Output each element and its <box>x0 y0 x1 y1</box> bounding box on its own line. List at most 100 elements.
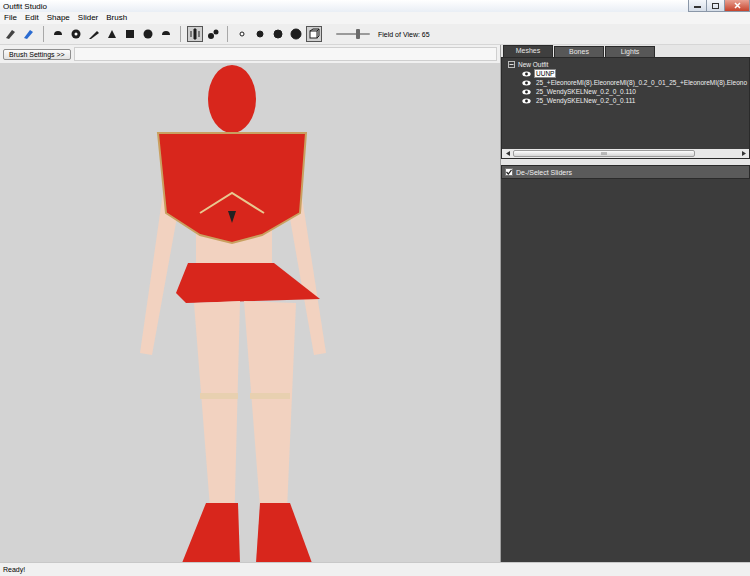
tool-icon <box>141 27 155 41</box>
tab[interactable]: Meshes <box>503 45 553 57</box>
tool-button[interactable] <box>288 26 304 42</box>
scroll-right-button[interactable] <box>740 150 747 157</box>
tool-group <box>50 26 174 42</box>
tool-button[interactable] <box>21 26 37 42</box>
tree-item[interactable]: UUNP <box>508 69 749 78</box>
mesh-tree: New OutfitUUNP25_+EleonoreMI(8).Eleonore… <box>501 57 750 159</box>
sliders-header-label: De-/Select Sliders <box>516 169 572 176</box>
scroll-track[interactable] <box>513 150 738 157</box>
tool-button[interactable] <box>140 26 156 42</box>
eye-icon[interactable] <box>522 71 531 77</box>
toolbar-separator <box>180 26 181 42</box>
tool-icon <box>289 27 303 41</box>
tool-button[interactable] <box>270 26 286 42</box>
tool-button[interactable] <box>234 26 250 42</box>
tool-button[interactable] <box>86 26 102 42</box>
tool-button[interactable] <box>3 26 19 42</box>
toolbar-separator <box>43 26 44 42</box>
tool-button[interactable] <box>187 26 203 42</box>
horizontal-scrollbar[interactable] <box>502 149 749 158</box>
tool-icon <box>307 27 321 41</box>
tool-button[interactable] <box>252 26 268 42</box>
eye-icon[interactable] <box>522 80 531 86</box>
tool-icon <box>4 27 18 41</box>
viewport[interactable] <box>0 63 500 562</box>
tree-item[interactable]: 25_+EleonoreMI(8).EleonoreMI(8)_0.2_0_01… <box>508 78 749 87</box>
tree-item-label: 25_+EleonoreMI(8).EleonoreMI(8)_0.2_0_01… <box>534 78 749 87</box>
scroll-thumb[interactable] <box>513 150 695 157</box>
tab[interactable]: Lights <box>605 46 655 57</box>
arrow-right-icon <box>742 151 746 156</box>
eye-icon[interactable] <box>522 98 531 104</box>
tool-icon <box>206 27 220 41</box>
tree-item-label: 25_WendySKELNew_0.2_0_0.111 <box>534 96 637 105</box>
tool-button[interactable] <box>104 26 120 42</box>
tool-icon <box>51 27 65 41</box>
title-bar: Outfit Studio <box>0 0 750 12</box>
sliders-list <box>501 179 750 562</box>
tool-group <box>187 26 221 42</box>
menu-item[interactable]: File <box>4 12 17 24</box>
brush-settings-button[interactable]: Brush Settings >> <box>3 49 71 60</box>
tool-icon <box>87 27 101 41</box>
tool-button[interactable] <box>68 26 84 42</box>
menu-item[interactable]: Brush <box>106 12 127 24</box>
close-icon <box>734 2 741 9</box>
fov-slider[interactable] <box>336 33 370 35</box>
brush-settings-field <box>74 47 497 61</box>
tree-item-label: UUNP <box>534 69 556 78</box>
minimize-icon <box>694 3 701 8</box>
tool-icon <box>105 27 119 41</box>
tool-icon <box>69 27 83 41</box>
sliders-header: De-/Select Sliders <box>501 165 750 179</box>
tool-button[interactable] <box>50 26 66 42</box>
viewport-column: Brush Settings >> <box>0 45 500 562</box>
check-icon <box>506 169 512 175</box>
status-text: Ready! <box>3 566 25 573</box>
menu-bar: File Edit Shape Slider Brush <box>0 12 750 24</box>
tree-root-label: New Outfit <box>518 61 548 68</box>
tree-item[interactable]: 25_WendySKELNew_0.2_0_0.111 <box>508 96 749 105</box>
window-buttons <box>689 0 750 12</box>
tab[interactable]: Bones <box>554 46 604 57</box>
tool-icon <box>123 27 137 41</box>
close-button[interactable] <box>724 0 750 12</box>
tool-button[interactable] <box>205 26 221 42</box>
side-panel: MeshesBonesLightsNew OutfitUUNP25_+Eleon… <box>500 45 750 562</box>
tree-root[interactable]: New Outfit <box>508 60 749 69</box>
menu-item[interactable]: Shape <box>47 12 70 24</box>
tool-group <box>234 26 322 42</box>
brush-row: Brush Settings >> <box>0 45 500 63</box>
tool-button[interactable] <box>158 26 174 42</box>
model-render[interactable] <box>0 63 500 562</box>
expand-sign-icon <box>509 62 514 67</box>
grip-icon <box>601 152 607 155</box>
tree-body: New OutfitUUNP25_+EleonoreMI(8).Eleonore… <box>502 58 749 149</box>
fov-slider-thumb[interactable] <box>356 29 360 39</box>
fov-label: Field of View: 65 <box>378 31 430 38</box>
scroll-left-button[interactable] <box>504 150 511 157</box>
menu-item[interactable]: Edit <box>25 12 39 24</box>
main-area: Brush Settings >>MeshesBonesLightsNew Ou… <box>0 45 750 562</box>
expand-icon[interactable] <box>508 61 515 68</box>
tool-icon <box>235 27 249 41</box>
tool-button[interactable] <box>122 26 138 42</box>
tree-item[interactable]: 25_WendySKELNew_0.2_0_0.110 <box>508 87 749 96</box>
menu-item[interactable]: Slider <box>78 12 98 24</box>
maximize-icon <box>712 3 719 9</box>
toolbar: Field of View: 65 <box>0 24 750 45</box>
tool-icon <box>188 27 202 41</box>
eye-icon[interactable] <box>522 89 531 95</box>
window-title: Outfit Studio <box>3 2 47 11</box>
minimize-button[interactable] <box>688 0 707 12</box>
tree-item-label: 25_WendySKELNew_0.2_0_0.110 <box>534 87 638 96</box>
status-bar: Ready! <box>0 562 750 576</box>
tool-icon <box>253 27 267 41</box>
tool-button[interactable] <box>306 26 322 42</box>
select-sliders-checkbox[interactable] <box>505 168 513 176</box>
tool-icon <box>22 27 36 41</box>
tool-group <box>3 26 37 42</box>
maximize-button[interactable] <box>706 0 725 12</box>
outfit-studio-window: Outfit StudioFile Edit Shape Slider Brush Fie… <box>0 0 750 576</box>
tab-row: MeshesBonesLights <box>501 45 750 57</box>
